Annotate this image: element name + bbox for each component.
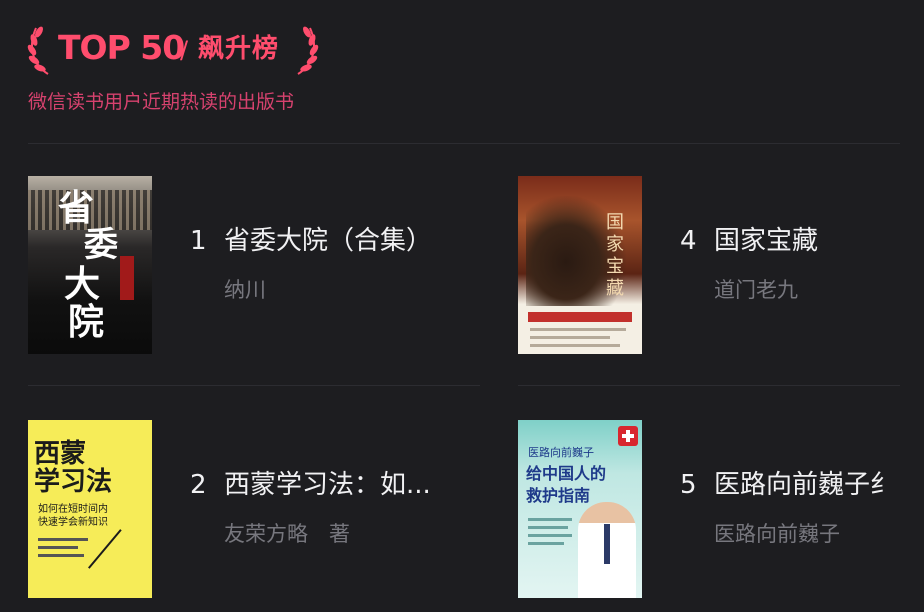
book-item-rank-4[interactable]: 国家宝藏 4 国家宝藏 道门老九 [518,176,918,358]
book-title[interactable]: 医路向前巍子纟 [714,468,896,502]
cover-decoration [38,546,78,549]
header-divider [28,143,900,144]
book-cover[interactable]: 省 委 大 院 [28,176,152,354]
book-cover[interactable]: 西蒙 学习法 如何在短时间内 快速学会新知识 [28,420,152,598]
book-title[interactable]: 省委大院（合集） [224,224,432,258]
cover-subtitle: 如何在短时间内 [38,504,108,515]
book-item-rank-2[interactable]: 西蒙 学习法 如何在短时间内 快速学会新知识 2 西蒙学习法：如... 友荣方略… [28,420,431,602]
book-rank: 4 [680,226,697,256]
cover-subtitle: 快速学会新知识 [38,517,108,528]
book-rank: 1 [190,226,207,256]
book-item-rank-1[interactable]: 省 委 大 院 1 省委大院（合集） 纳川 [28,176,432,358]
cover-title-char: 院 [68,302,105,343]
book-author: 纳川 [224,278,266,302]
laurel-right-icon [292,24,320,76]
cover-title: 救护指南 [526,486,591,505]
book-rank: 5 [680,470,697,500]
row-divider [28,385,480,386]
book-author: 友荣方略 著 [224,522,350,546]
cover-decoration [530,344,620,347]
cover-decoration [528,312,632,322]
book-title[interactable]: 国家宝藏 [714,224,818,258]
book-title[interactable]: 西蒙学习法：如... [224,468,431,502]
cover-decoration [38,554,84,557]
cover-decoration [530,328,626,331]
book-cover[interactable]: 医路向前巍子 给中国人的 救护指南 [518,420,642,598]
cover-title: 西蒙 [34,439,87,469]
cover-seal [120,256,134,300]
medical-cross-icon [618,426,638,446]
book-author: 道门老九 [714,278,798,302]
cover-title-char: 省 [58,188,95,229]
cover-decoration [528,526,568,529]
header-separator: / [180,36,189,64]
cover-decoration [530,336,610,339]
laurel-icon [27,26,49,75]
cover-title-char: 委 [84,225,118,265]
cover-title: 国家宝藏 [606,212,624,299]
cover-decoration [88,529,152,598]
book-item-rank-5[interactable]: 医路向前巍子 给中国人的 救护指南 5 医路向前巍子纟 医路向前巍子 [518,420,918,602]
list-subtitle: 微信读书用户近期热读的出版书 [28,91,295,113]
cover-title-char: 大 [64,264,101,305]
cover-decoration [528,518,572,521]
top50-badge: TOP 50 [58,28,185,67]
laurel-icon [297,26,319,75]
cover-decoration [604,524,610,564]
ranking-list-name: 飙升榜 [198,34,280,64]
cover-author: 医路向前巍子 [528,446,594,459]
cover-title: 学习法 [34,467,113,497]
book-rank: 2 [190,470,207,500]
row-divider [518,385,900,386]
book-cover[interactable]: 国家宝藏 [518,176,642,354]
cover-decoration [528,542,564,545]
cover-decoration [528,534,572,537]
list-header: TOP 50 / 飙升榜 微信读书用户近期热读的出版书 [22,18,902,128]
laurel-left-icon [26,24,54,76]
cover-decoration [38,538,88,541]
book-author: 医路向前巍子 [714,522,840,546]
cover-title: 给中国人的 [526,464,607,483]
